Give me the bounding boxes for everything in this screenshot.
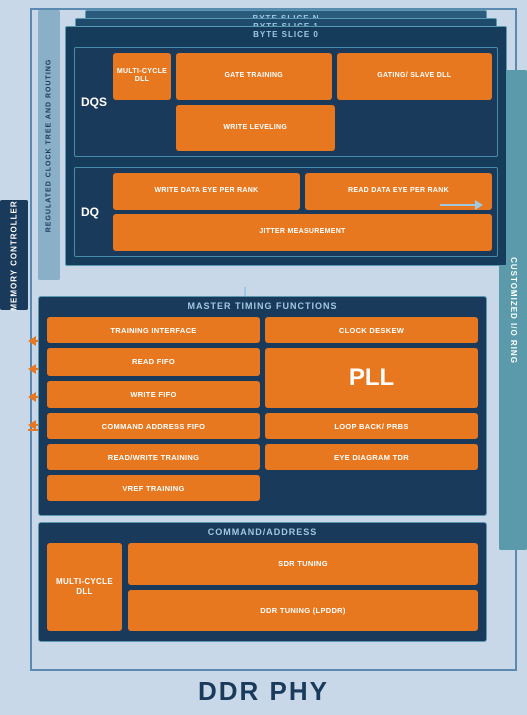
cmd-right: SDR Tuning DDR Tuning (LPDDR)	[128, 543, 478, 631]
dqs-top-row: Multi-Cycle DLL Gate Training Gating/ Sl…	[113, 53, 492, 100]
arrow-top-line	[440, 204, 475, 206]
pll-box[interactable]: PLL	[265, 348, 478, 408]
jitter-measurement-box: Jitter Measurement	[113, 214, 492, 251]
dq-bottom-row: Jitter Measurement	[113, 214, 492, 251]
clock-tree-label: Regulated Clock Tree and Routing	[46, 58, 53, 232]
training-interface-btn[interactable]: Training Interface	[47, 317, 260, 343]
eye-diagram-tdr-btn[interactable]: Eye Diagram TDR	[265, 444, 478, 470]
dqs-section: DQS Multi-Cycle DLL Gate Training Gating…	[74, 47, 498, 157]
multi-cycle-dll-box: Multi-Cycle DLL	[113, 53, 171, 100]
byte-slices-area: Byte Slice N Byte Slice 1 Byte Slice 0 D…	[65, 10, 487, 290]
main-container: Memory Controller Customized I/O Ring Re…	[0, 0, 527, 715]
read-write-training-btn[interactable]: Read/Write Training	[47, 444, 260, 470]
byte-slice-0: Byte Slice 0 DQS Multi-Cycle DLL Gate Tr…	[65, 26, 507, 266]
command-address-title: Command/Address	[39, 523, 486, 539]
write-data-eye-box: Write Data Eye Per Rank	[113, 173, 300, 210]
dq-top-row: Write Data Eye Per Rank Read Data Eye Pe…	[113, 173, 492, 210]
cmd-inner: Multi-Cycle DLL SDR Tuning DDR Tuning (L…	[39, 539, 486, 635]
io-ring-label: Customized I/O Ring	[509, 257, 518, 364]
sdr-tuning-btn[interactable]: SDR Tuning	[128, 543, 478, 585]
dq-label: DQ	[81, 205, 99, 219]
arrowhead-3	[28, 392, 36, 402]
ddr-phy-label: DDR PHY	[0, 676, 527, 707]
dqs-bottom-row: Write Leveling	[176, 105, 492, 152]
gate-training-box: Gate Training	[176, 53, 332, 100]
write-fifo-btn[interactable]: Write FIFO	[47, 381, 260, 409]
gating-slave-dll-box: Gating/ Slave DLL	[337, 53, 493, 100]
memory-controller-label: Memory Controller	[10, 200, 19, 310]
memory-controller-box: Memory Controller	[0, 200, 28, 310]
arrow-right-top	[440, 200, 483, 210]
master-timing-title: Master Timing Functions	[39, 297, 486, 313]
arrowhead-1	[28, 336, 36, 346]
command-address-fifo-btn[interactable]: Command Address FIFO	[47, 413, 260, 439]
cmd-multicycle-dll-box[interactable]: Multi-Cycle DLL	[47, 543, 122, 631]
read-fifo-btn[interactable]: Read FIFO	[47, 348, 260, 376]
command-address-section: Command/Address Multi-Cycle DLL SDR Tuni…	[38, 522, 487, 642]
master-timing-grid: Training Interface Clock Deskew Read FIF…	[39, 313, 486, 505]
dq-section: DQ Write Data Eye Per Rank Read Data Eye…	[74, 167, 498, 257]
loop-back-prbs-btn[interactable]: Loop Back/ PRBS	[265, 413, 478, 439]
master-timing-section: Master Timing Functions Training Interfa…	[38, 296, 487, 516]
byte-slice-0-label: Byte Slice 0	[66, 27, 506, 39]
dqs-inner: Multi-Cycle DLL Gate Training Gating/ Sl…	[113, 53, 492, 151]
dqs-label: DQS	[81, 95, 107, 109]
arrow-top-head	[475, 200, 483, 210]
ddr-tuning-btn[interactable]: DDR Tuning (LPDDR)	[128, 590, 478, 632]
clock-tree-box: Regulated Clock Tree and Routing	[38, 10, 60, 280]
arrowhead-2	[28, 364, 36, 374]
dq-inner: Write Data Eye Per Rank Read Data Eye Pe…	[113, 173, 492, 251]
write-leveling-box: Write Leveling	[176, 105, 335, 152]
spacer	[340, 105, 493, 152]
vref-training-btn[interactable]: Vref Training	[47, 475, 260, 501]
clock-deskew-btn[interactable]: Clock Deskew	[265, 317, 478, 343]
